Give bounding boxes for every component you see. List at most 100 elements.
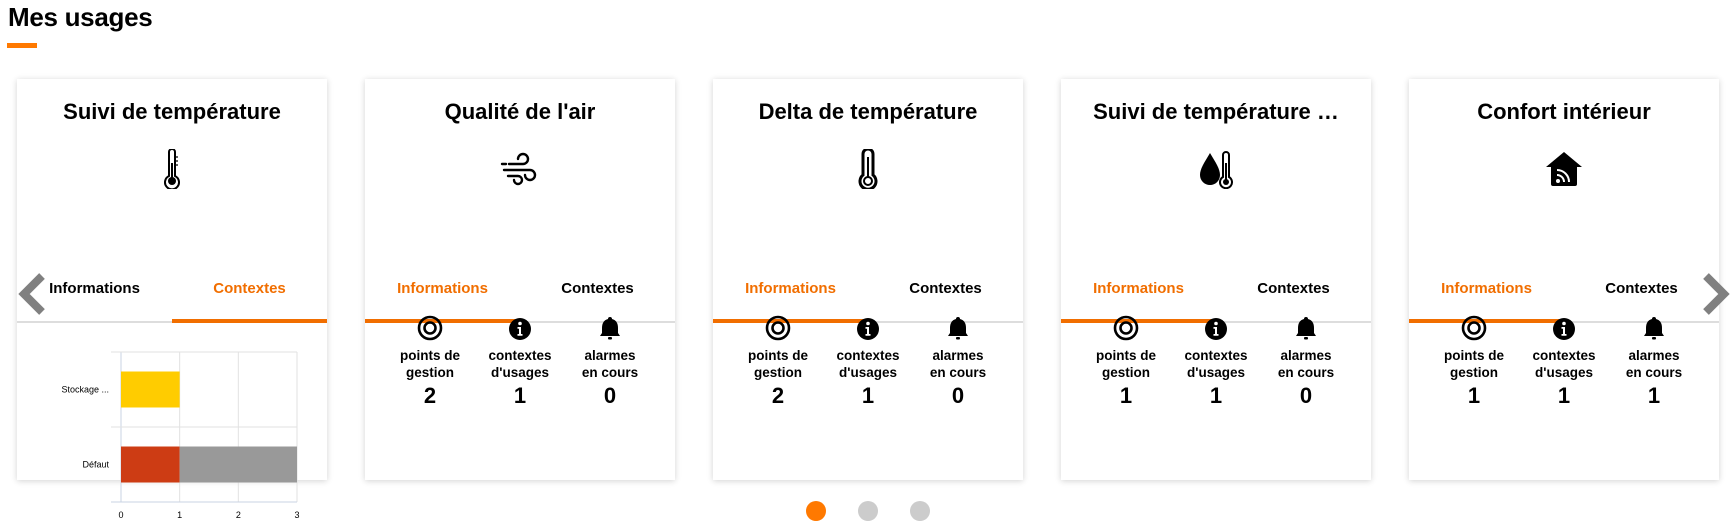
card-tabs: Informations Contextes — [17, 274, 327, 323]
card-title: Suivi de température — [63, 99, 281, 124]
stat-item: points de gestion 1 — [1081, 311, 1171, 409]
card-title: Confort intérieur — [1477, 99, 1651, 124]
usage-card: Delta de température Informations Contex… — [713, 79, 1023, 480]
target-icon — [1429, 311, 1519, 341]
thermometer-outline-icon — [846, 147, 890, 191]
stat-value: 1 — [1467, 383, 1481, 408]
stat-label-line: d'usages — [1187, 365, 1245, 380]
chart-svg: 0 1 2 3Stockage ...Défaut — [61, 351, 300, 520]
carousel-next-button[interactable] — [1700, 272, 1732, 316]
stat-label: contextes d'usages — [823, 347, 913, 381]
stat-item: alarmes en cours 1 — [1609, 311, 1699, 409]
stat-value: 1 — [1209, 383, 1223, 408]
usage-card: Suivi de température Informations Contex… — [17, 79, 327, 520]
stat-label: contextes d'usages — [475, 347, 565, 381]
stat-label-line: points de — [400, 348, 460, 363]
stat-label: points de gestion — [1429, 347, 1519, 381]
stat-value: 1 — [513, 383, 527, 408]
stat-label-line: d'usages — [1535, 365, 1593, 380]
tab-contextes[interactable]: Contextes — [172, 274, 327, 323]
carousel-dot-3[interactable] — [910, 501, 930, 521]
stat-label: points de gestion — [1081, 347, 1171, 381]
target-icon — [733, 311, 823, 341]
bar-series-3 — [179, 446, 297, 483]
stat-value: 1 — [1119, 383, 1133, 408]
title-underline — [7, 43, 37, 48]
target-icon — [385, 311, 475, 341]
bell-icon — [913, 311, 1003, 341]
stat-value: 0 — [951, 383, 965, 408]
stat-label: alarmes en cours — [1261, 347, 1351, 381]
stat-label-line: d'usages — [839, 365, 897, 380]
stat-item: contextes d'usages 1 — [823, 311, 913, 409]
info-icon — [1171, 311, 1261, 341]
stats: points de gestion 2 contextes d'usages 1 alarm… — [713, 311, 1023, 409]
stat-label: alarmes en cours — [565, 347, 655, 381]
stat-label-line: alarmes — [1280, 348, 1332, 363]
stat-label-line: gestion — [1449, 365, 1498, 380]
bell-icon — [565, 311, 655, 341]
stat-value: 0 — [603, 383, 617, 408]
y-category-label: Stockage ... — [61, 385, 109, 395]
stat-label-line: en cours — [581, 365, 639, 380]
stat-label-line: d'usages — [491, 365, 549, 380]
stat-label-line: points de — [1096, 348, 1156, 363]
humidity-thermometer-icon — [1194, 147, 1238, 191]
info-icon — [475, 311, 565, 341]
card-title: Qualité de l'air — [444, 99, 596, 124]
target-icon — [1081, 311, 1171, 341]
stat-item: contextes d'usages 1 — [1171, 311, 1261, 409]
carousel-dot-2[interactable] — [858, 501, 878, 521]
stat-item: points de gestion 2 — [733, 311, 823, 409]
stat-label-line: en cours — [1625, 365, 1683, 380]
stat-value: 1 — [1647, 383, 1661, 408]
page-title: Mes usages — [8, 2, 153, 32]
mes-usages-page: Mes usages Suivi de température Informat… — [0, 0, 1736, 530]
stat-label-line: gestion — [1101, 365, 1150, 380]
contexts-chart: 0 1 2 3 Stockage ... Défaut — [17, 329, 327, 520]
stat-label-line: alarmes — [584, 348, 636, 363]
stat-label: alarmes en cours — [1609, 347, 1699, 381]
card-title: Delta de température — [758, 99, 978, 124]
stat-value: 2 — [423, 383, 437, 408]
stat-value: 1 — [861, 383, 875, 408]
stat-label-line: points de — [748, 348, 808, 363]
stat-label-line: contextes — [1532, 348, 1596, 363]
stat-value: 2 — [771, 383, 785, 408]
stat-label-line: alarmes — [932, 348, 984, 363]
bar-series-2 — [121, 446, 180, 483]
stats: points de gestion 2 contextes d'usages 1 alarm… — [365, 311, 675, 409]
carousel-dot-1[interactable] — [806, 501, 826, 521]
info-icon — [1519, 311, 1609, 341]
chevron-left-icon — [18, 273, 45, 315]
bell-icon — [1609, 311, 1699, 341]
usage-card: Suivi de température … Informations Cont… — [1061, 79, 1371, 480]
stat-label: contextes d'usages — [1519, 347, 1609, 381]
stat-label-line: en cours — [929, 365, 987, 380]
y-category-label: Défaut — [82, 460, 109, 470]
stat-item: points de gestion 2 — [385, 311, 475, 409]
carousel-prev-button[interactable] — [16, 272, 48, 316]
stat-label-line: alarmes — [1628, 348, 1680, 363]
info-icon — [823, 311, 913, 341]
smart-home-icon — [1542, 147, 1586, 191]
stat-label: alarmes en cours — [913, 347, 1003, 381]
usage-card: Confort intérieur Informations Contextes… — [1409, 79, 1719, 480]
stat-label-line: contextes — [1184, 348, 1248, 363]
stat-label-line: contextes — [836, 348, 900, 363]
usage-card: Qualité de l'air Informations Contextes … — [365, 79, 675, 480]
stat-label-line: en cours — [1277, 365, 1335, 380]
stat-value: 1 — [1557, 383, 1571, 408]
stat-item: alarmes en cours 0 — [1261, 311, 1351, 409]
stat-value: 0 — [1299, 383, 1313, 408]
wind-icon — [498, 147, 542, 191]
stat-label-line: gestion — [405, 365, 454, 380]
chevron-right-icon — [1703, 273, 1730, 315]
bar-series-1 — [121, 371, 180, 408]
bell-icon — [1261, 311, 1351, 341]
thermometer-icon — [150, 147, 194, 191]
stat-label: points de gestion — [385, 347, 475, 381]
stat-label-line: contextes — [488, 348, 552, 363]
stat-item: points de gestion 1 — [1429, 311, 1519, 409]
stat-item: alarmes en cours 0 — [913, 311, 1003, 409]
